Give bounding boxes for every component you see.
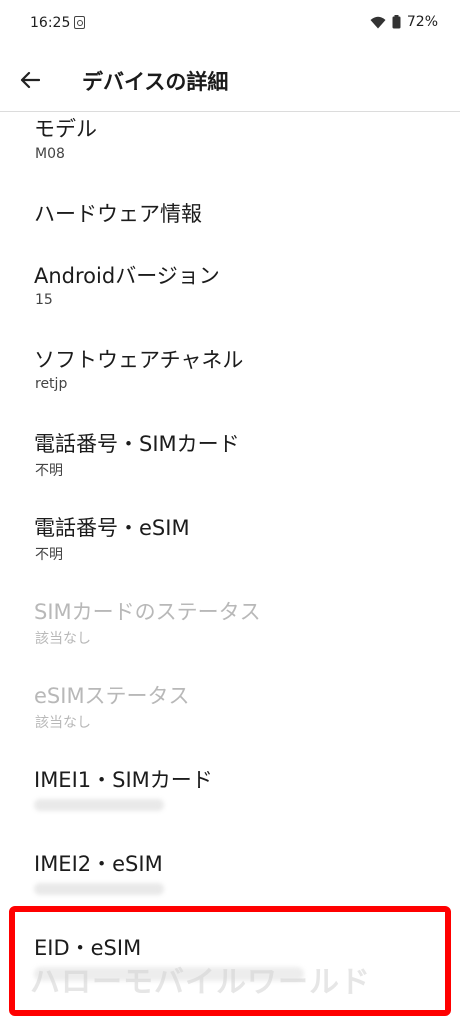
- highlight-annotation: [9, 906, 451, 1016]
- page-title: デバイスの詳細: [82, 70, 229, 94]
- list-item-subtitle: 不明: [35, 463, 63, 479]
- list-item-title: IMEI1・SIMカード: [34, 768, 213, 792]
- list-item-phone-esim[interactable]: 電話番号・eSIM 不明: [0, 508, 460, 592]
- list-item-software-channel[interactable]: ソフトウェアチャネル retjp: [0, 340, 460, 424]
- list-item-hardware-info[interactable]: ハードウェア情報: [0, 176, 460, 256]
- list-item-android-version[interactable]: Androidバージョン 15: [0, 256, 460, 340]
- list-item-title: IMEI2・eSIM: [34, 852, 163, 876]
- list-item-esim-status: eSIMステータス 該当なし: [0, 676, 460, 760]
- list-item-subtitle: M08: [35, 146, 65, 162]
- list-item-title: ソフトウェアチャネル: [34, 348, 244, 372]
- battery-percent: 72%: [406, 14, 438, 30]
- list-item-model[interactable]: モデル M08: [0, 112, 460, 176]
- battery-icon: [392, 15, 401, 29]
- list-item-subtitle: 該当なし: [35, 631, 91, 647]
- list-item-title: Androidバージョン: [34, 264, 220, 288]
- app-bar: デバイスの詳細: [0, 48, 460, 112]
- redacted-value: [34, 883, 164, 895]
- arrow-left-icon: [20, 71, 40, 89]
- list-item-title: ハードウェア情報: [34, 202, 202, 226]
- back-button[interactable]: [14, 64, 46, 96]
- status-bar: 16:25 72%: [0, 0, 460, 48]
- list-item-title: SIMカードのステータス: [34, 600, 261, 624]
- list-item-title: eSIMステータス: [34, 684, 190, 708]
- status-time: 16:25: [30, 15, 71, 31]
- redacted-value: [34, 799, 164, 811]
- list-item-title: モデル: [34, 117, 97, 141]
- list-item-phone-sim[interactable]: 電話番号・SIMカード 不明: [0, 424, 460, 508]
- list-item-title: 電話番号・eSIM: [34, 516, 190, 540]
- list-item-subtitle: 不明: [35, 547, 63, 563]
- wifi-icon: [370, 16, 386, 29]
- list-item-subtitle: 15: [35, 292, 53, 308]
- list-item-title: 電話番号・SIMカード: [34, 432, 240, 456]
- status-indicators: 72%: [370, 14, 438, 30]
- list-item-subtitle: 該当なし: [35, 715, 91, 731]
- list-item-imei1-sim[interactable]: IMEI1・SIMカード: [0, 760, 460, 844]
- app-notification-icon: [74, 16, 85, 29]
- list-item-sim-status: SIMカードのステータス 該当なし: [0, 592, 460, 676]
- list-item-subtitle: retjp: [35, 376, 68, 392]
